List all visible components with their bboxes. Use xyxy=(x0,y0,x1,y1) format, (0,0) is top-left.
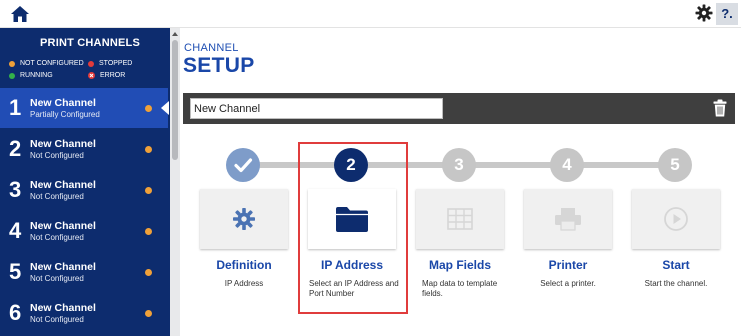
folder-icon xyxy=(336,207,368,232)
step-title-ip-address[interactable]: IP Address xyxy=(302,258,402,272)
status-dot-icon xyxy=(145,146,152,153)
sidebar-scrollbar[interactable] xyxy=(170,28,180,336)
scrollbar-thumb[interactable] xyxy=(172,40,178,160)
channel-item-6[interactable]: 6 New Channel Not Configured xyxy=(0,293,168,333)
channel-number: 5 xyxy=(9,259,22,284)
play-icon xyxy=(664,207,688,231)
step-desc-definition: IP Address xyxy=(224,279,264,288)
channel-item-5[interactable]: 5 New Channel Not Configured xyxy=(0,252,168,292)
green-dot-icon xyxy=(9,72,15,79)
selected-arrow-icon xyxy=(161,101,169,115)
orange-dot-icon xyxy=(9,60,15,67)
help-button[interactable]: ?. xyxy=(716,3,738,25)
legend-error: ERROR xyxy=(88,71,125,80)
step-1-circle[interactable] xyxy=(226,148,260,182)
step-5-circle[interactable]: 5 xyxy=(658,148,692,182)
sidebar-title: PRINT CHANNELS xyxy=(40,37,140,49)
step-desc-start: Start the channel. xyxy=(644,279,708,288)
status-dot-icon xyxy=(145,228,152,235)
channel-name-bar xyxy=(183,93,735,124)
channel-number: 6 xyxy=(9,300,22,325)
channel-item-4[interactable]: 4 New Channel Not Configured xyxy=(0,211,168,251)
step-4-circle[interactable]: 4 xyxy=(550,148,584,182)
legend-not-configured: NOT CONFIGURED xyxy=(9,59,84,68)
step-desc-ip-address: Select an IP Address and Port Number xyxy=(309,279,399,298)
status-dot-icon xyxy=(145,105,152,112)
print-channels-sidebar: PRINT CHANNELS NOT CONFIGURED STOPPED RU… xyxy=(0,28,180,336)
error-icon xyxy=(88,72,95,79)
channel-number: 4 xyxy=(9,218,22,243)
printer-card[interactable] xyxy=(524,189,612,249)
step-title-printer[interactable]: Printer xyxy=(518,258,618,272)
grid-icon xyxy=(447,208,473,230)
red-dot-icon xyxy=(88,60,94,67)
top-bar: ?. xyxy=(0,0,741,28)
definition-card[interactable] xyxy=(200,189,288,249)
gear-icon[interactable] xyxy=(694,3,714,23)
channel-item-2[interactable]: 2 New Channel Not Configured xyxy=(0,129,168,169)
page-subtitle: CHANNEL xyxy=(184,42,239,54)
step-3-circle[interactable]: 3 xyxy=(442,148,476,182)
channel-number: 2 xyxy=(9,136,22,161)
channel-number: 1 xyxy=(9,95,22,120)
channel-item-1[interactable]: 1 New Channel Partially Configured xyxy=(0,88,169,128)
checkmark-icon xyxy=(234,158,253,173)
step-title-map-fields[interactable]: Map Fields xyxy=(410,258,510,272)
status-dot-icon xyxy=(145,269,152,276)
ip-address-card[interactable] xyxy=(308,189,396,249)
scroll-up-icon[interactable] xyxy=(172,32,178,36)
printer-icon xyxy=(555,208,581,231)
step-2-circle[interactable]: 2 xyxy=(334,148,368,182)
step-desc-map-fields: Map data to template fields. xyxy=(422,279,498,298)
step-title-start[interactable]: Start xyxy=(626,258,726,272)
channel-name-input[interactable] xyxy=(190,98,443,119)
status-dot-icon xyxy=(145,310,152,317)
map-fields-card[interactable] xyxy=(416,189,504,249)
step-desc-printer: Select a printer. xyxy=(540,279,596,288)
status-dot-icon xyxy=(145,187,152,194)
step-title-definition[interactable]: Definition xyxy=(194,258,294,272)
start-card[interactable] xyxy=(632,189,720,249)
trash-icon[interactable] xyxy=(713,99,727,117)
page-title: SETUP xyxy=(183,54,255,77)
home-icon[interactable] xyxy=(10,5,30,23)
channel-item-3[interactable]: 3 New Channel Not Configured xyxy=(0,170,168,210)
legend-running: RUNNING xyxy=(9,71,53,80)
settings-gear-icon xyxy=(233,208,255,230)
channel-number: 3 xyxy=(9,177,22,202)
legend-stopped: STOPPED xyxy=(88,59,132,68)
